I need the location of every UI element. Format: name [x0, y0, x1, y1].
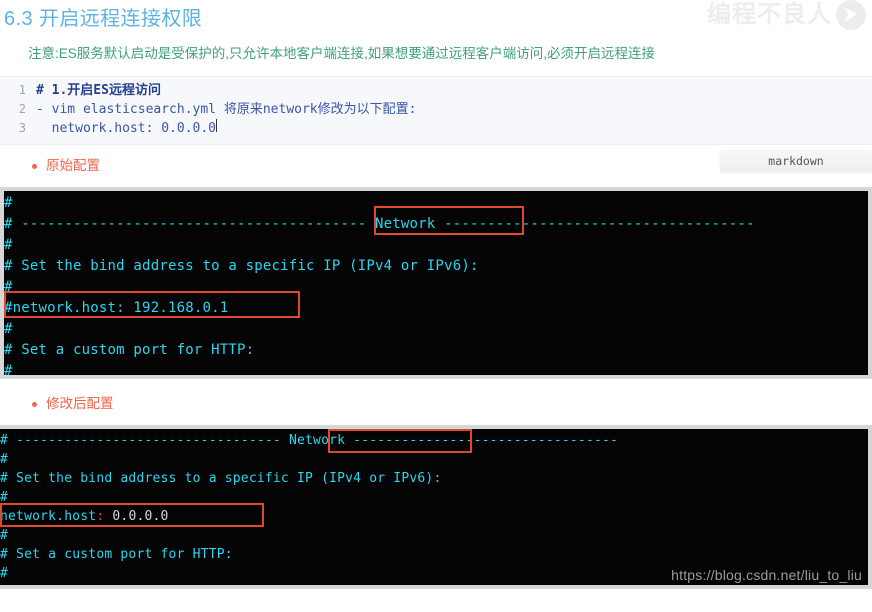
code-language-tag[interactable]: markdown: [720, 150, 872, 172]
code-line: 3 network.host: 0.0.0.0: [0, 119, 872, 138]
terminal-line: #: [0, 452, 9, 467]
terminal-line: #: [0, 528, 9, 543]
watermark-url: https://blog.csdn.net/liu_to_liu: [671, 567, 862, 583]
line-number: 1: [18, 83, 26, 97]
markdown-code-block: 1 # 1.开启ES远程访问 2 - vim elasticsearch.yml…: [0, 76, 872, 172]
note-text: 注意:ES服务默认启动是受保护的,只允许本地客户端连接,如果想要通过远程客户端访…: [28, 46, 656, 61]
terminal-modified: # --------------------------------- Netw…: [0, 429, 868, 585]
code-line: 1 # 1.开启ES远程访问: [0, 81, 872, 100]
section-caption-modified: 修改后配置: [32, 395, 872, 413]
terminal-line: #: [4, 321, 13, 337]
bullet-dot-icon: [32, 163, 37, 169]
terminal-line: #: [4, 279, 13, 295]
code-line-text: # 1.开启ES远程访问: [36, 83, 161, 98]
terminal-original: # # ------------------------------------…: [4, 191, 868, 375]
terminal-line: # Set a custom port for HTTP:: [4, 342, 255, 358]
line-number: 3: [18, 121, 26, 135]
section-caption-label: 修改后配置: [46, 396, 114, 411]
code-line-text: - vim elasticsearch.yml 将原来network修改为以下配…: [36, 102, 417, 117]
terminal-line: # --------------------------------- Netw…: [0, 433, 619, 448]
terminal-line-network-host: network.host: 0.0.0.0: [0, 507, 868, 526]
terminal-line: #: [4, 363, 13, 375]
config-key: network.host: [0, 509, 97, 524]
terminal-frame-modified: # --------------------------------- Netw…: [0, 425, 872, 589]
config-value: 0.0.0.0: [104, 509, 169, 524]
terminal-line: #network.host: 192.168.0.1: [4, 300, 229, 316]
code-line: 2 - vim elasticsearch.yml 将原来network修改为以…: [0, 100, 872, 119]
section-caption-label: 原始配置: [46, 158, 100, 173]
terminal-frame-original: # # ------------------------------------…: [0, 187, 872, 379]
terminal-line: # Set the bind address to a specific IP …: [4, 258, 479, 274]
bullet-dot-icon: [32, 401, 37, 407]
page-header: 6.3 开启远程连接权限 编程不良人: [0, 0, 872, 36]
terminal-line: #: [4, 195, 13, 211]
code-line-text: network.host: 0.0.0.0: [36, 121, 217, 136]
terminal-line: # Set the bind address to a specific IP …: [0, 471, 442, 486]
text-caret: [216, 119, 218, 132]
terminal-line: # --------------------------------------…: [4, 216, 755, 232]
terminal-line: #: [4, 237, 13, 253]
line-number: 2: [18, 102, 26, 116]
page-title: 6.3 开启远程连接权限: [4, 8, 203, 30]
terminal-line: #: [0, 490, 9, 505]
terminal-line: # Set a custom port for HTTP:: [0, 547, 233, 562]
